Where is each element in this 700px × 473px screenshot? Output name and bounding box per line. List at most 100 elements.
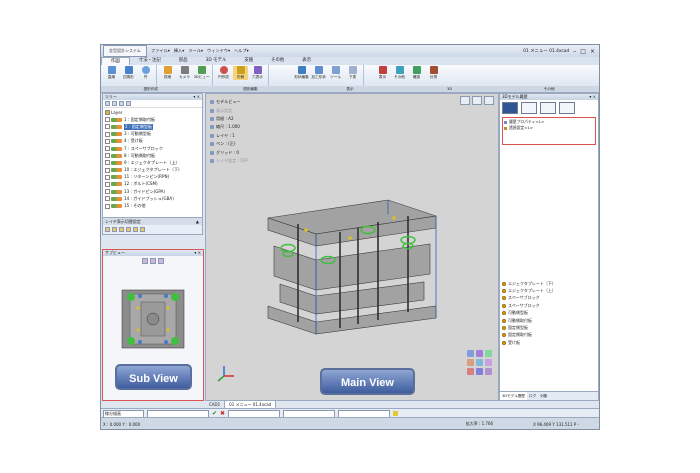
tab-log[interactable]: ログ <box>527 392 538 400</box>
measure-button[interactable]: 計測 <box>426 66 441 80</box>
layer-state-icon[interactable] <box>111 146 122 151</box>
circle-create-button[interactable]: 円作成 <box>216 66 231 80</box>
history-tool-icon-2[interactable] <box>521 102 537 114</box>
view-minimize-icon[interactable] <box>460 96 470 105</box>
expand-toggle-icon[interactable] <box>105 196 110 202</box>
layer-state-icon[interactable] <box>111 204 122 209</box>
tab-view[interactable]: 表示 <box>293 57 320 65</box>
menu-insert[interactable]: 挿入▾ <box>174 48 184 54</box>
view-zoom-icon[interactable] <box>467 368 474 375</box>
expand-toggle-icon[interactable] <box>105 146 110 152</box>
view-close-icon[interactable] <box>484 96 494 105</box>
layer-state-icon[interactable] <box>111 139 122 144</box>
expand-toggle-icon[interactable] <box>105 160 110 166</box>
menu-file[interactable]: ファイル▾ <box>151 48 170 54</box>
inner-button[interactable]: 内側 <box>233 66 248 80</box>
part-list-item[interactable]: 受け板 <box>502 339 596 346</box>
history-tool-icon-4[interactable] <box>559 102 575 114</box>
add-layer-icon[interactable] <box>105 101 110 106</box>
layer-state-icon[interactable] <box>111 168 122 173</box>
part-list-item[interactable]: 可動側取付板 <box>502 317 596 324</box>
shape-edit-button[interactable]: 形状編集 <box>294 66 309 80</box>
view-shade-icon[interactable] <box>485 368 492 375</box>
menu-help[interactable]: ヘルプ▾ <box>234 48 249 54</box>
view-fit-icon[interactable] <box>476 368 483 375</box>
tree-layer-item[interactable]: 10 : エジェクタプレート（下） <box>105 167 200 174</box>
view-top-icon[interactable] <box>476 350 483 357</box>
layer-tool-icon-5[interactable] <box>133 226 138 232</box>
view-right-icon[interactable] <box>485 350 492 357</box>
layer-state-icon[interactable] <box>111 182 122 187</box>
part-list-item[interactable]: スペーサブロック <box>502 295 596 302</box>
collapse-icon[interactable]: ▲ <box>196 218 199 225</box>
tree-layer-item[interactable]: 11 : リターンピン(RPN) <box>105 174 200 181</box>
confirm-button[interactable]: 確認 <box>409 66 424 80</box>
tab-cad1[interactable]: CAD1 <box>205 401 226 408</box>
part-list-item[interactable]: 固定側型板 <box>502 324 596 331</box>
circle-button[interactable]: 円 <box>138 66 153 80</box>
expand-toggle-icon[interactable] <box>105 117 110 123</box>
tab-parts[interactable]: 部品 <box>170 57 197 65</box>
tab-dimension[interactable]: 寸法・注記 <box>130 57 170 65</box>
tab-document[interactable]: 01 メニュー 01.4xcad <box>225 401 277 408</box>
part-list-item[interactable]: 可動側型板 <box>502 310 596 317</box>
tab-3d-model[interactable]: 3D モデル <box>197 57 236 65</box>
machining-button[interactable]: 加工形状 <box>311 66 326 80</box>
tree-layer-item[interactable]: 2 : 固定側型板 <box>105 123 200 130</box>
layer-tool-icon-2[interactable] <box>112 226 117 232</box>
expand-toggle-icon[interactable] <box>105 153 110 159</box>
sub-view-icon-3[interactable] <box>158 258 164 264</box>
history-pin-icon[interactable]: ▾ × <box>589 94 596 100</box>
tree-layer-item[interactable]: 1 : 固定側取付板 <box>105 116 200 123</box>
view-rotate-icon[interactable] <box>476 359 483 366</box>
expand-toggle-icon[interactable] <box>105 203 110 209</box>
tree-layer-item[interactable]: 8 : 可動側取付板 <box>105 152 200 159</box>
part-list-item[interactable]: スペーサブロック <box>502 302 596 309</box>
cancel-icon[interactable]: ✖ <box>220 410 225 417</box>
view-pan-icon[interactable] <box>485 359 492 366</box>
layer-state-icon[interactable] <box>111 189 122 194</box>
detail-button[interactable]: 詳細 <box>160 66 175 80</box>
sub-view-icon-2[interactable] <box>150 258 156 264</box>
part-list-item[interactable]: エジェクタプレート（下） <box>502 280 596 287</box>
view-iso-icon[interactable] <box>467 359 474 366</box>
layer-tool-icon-1[interactable] <box>105 226 110 232</box>
tree-layer-item[interactable]: 4 : 受け板 <box>105 138 200 145</box>
view-restore-icon[interactable] <box>472 96 482 105</box>
expand-toggle-icon[interactable] <box>105 138 110 144</box>
main-3d-view[interactable]: モデルビュー 表示設定 用紙 : A2 縮尺 : 1.000 レイヤ : 1 ペン : (… <box>205 93 499 401</box>
3d-view-button[interactable]: 3Dビュー <box>194 66 209 80</box>
sub-view-icon-1[interactable] <box>142 258 148 264</box>
layer-state-icon[interactable] <box>111 153 122 158</box>
rectangle-button[interactable]: 四角形 <box>121 66 136 80</box>
maximize-icon[interactable]: □ <box>580 48 586 55</box>
layer-state-icon[interactable] <box>111 196 122 201</box>
layer-tool-icon-4[interactable] <box>126 226 131 232</box>
layer-tool-icon-3[interactable] <box>119 226 124 232</box>
tool-button[interactable]: ツール <box>328 66 343 80</box>
tree-layer-item[interactable]: 13 : ガイドピン(GPA) <box>105 188 200 195</box>
layer-state-icon[interactable] <box>111 124 122 129</box>
tree-layer-item[interactable]: 3 : 可動側型板 <box>105 131 200 138</box>
display-button[interactable]: 表示 <box>375 66 390 80</box>
tab-model-history[interactable]: 3Dモデル履歴 <box>500 392 528 400</box>
expand-toggle-icon[interactable] <box>105 131 110 137</box>
history-tool-icon-1[interactable] <box>502 102 518 114</box>
view-front-icon[interactable] <box>467 350 474 357</box>
tree-layer-item[interactable]: 15 : その他 <box>105 202 200 209</box>
camera-button[interactable]: カメラ <box>177 66 192 80</box>
remove-layer-icon[interactable] <box>112 101 117 106</box>
expand-toggle-icon[interactable] <box>105 181 110 187</box>
layer-tool-icon-6[interactable] <box>140 226 145 232</box>
sub-view-panel[interactable]: サブビュー ▾ × Sub View <box>102 249 204 401</box>
tree-layer-item[interactable]: 12 : ボルト(CSM) <box>105 181 200 188</box>
part-list-item[interactable]: 固定側取付板 <box>502 332 596 339</box>
sub-view-pin-icon[interactable]: ▾ × <box>194 250 201 256</box>
line-button[interactable]: 直線 <box>104 66 119 80</box>
tab-draw[interactable]: 作図 <box>101 57 130 65</box>
minimize-icon[interactable]: – <box>573 48 576 55</box>
expand-toggle-icon[interactable] <box>105 124 110 130</box>
tree-layer-item[interactable]: 7 : スペーサブロック <box>105 145 200 152</box>
expand-toggle-icon[interactable] <box>105 174 110 180</box>
tree-layer-item[interactable]: 14 : ガイドブッシュ(GBA) <box>105 195 200 202</box>
